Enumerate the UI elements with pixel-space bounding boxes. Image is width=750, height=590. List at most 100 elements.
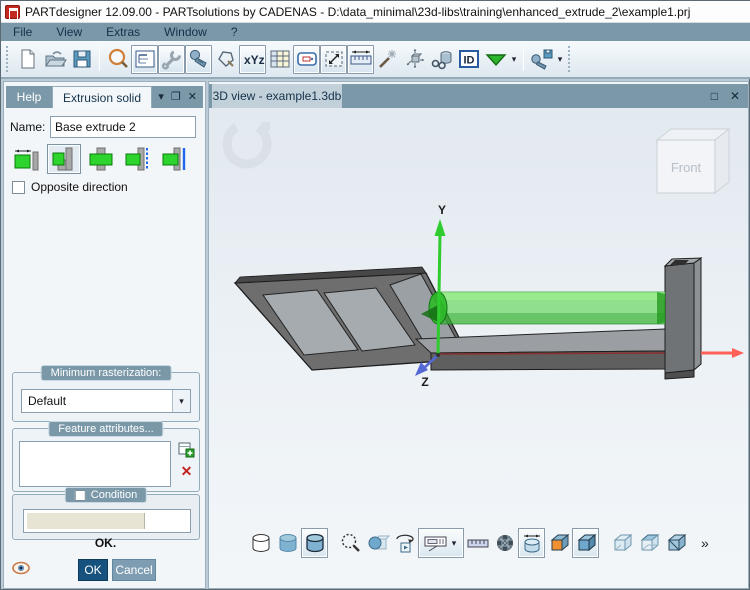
explode-view-button[interactable] bbox=[401, 45, 428, 74]
tab-3d-view[interactable]: 3D view - example1.3db bbox=[212, 84, 342, 108]
toolbar-grip bbox=[6, 46, 11, 72]
face-highlight-cube-button[interactable] bbox=[545, 528, 572, 558]
variables-button[interactable]: xYz bbox=[239, 45, 266, 74]
sketch-button[interactable] bbox=[212, 45, 239, 74]
menu-file[interactable]: File bbox=[1, 23, 44, 41]
screw-button[interactable] bbox=[185, 45, 212, 74]
rotate-widget-icon[interactable] bbox=[219, 116, 275, 172]
tree-view-button[interactable] bbox=[131, 45, 158, 74]
cylinder-measure-button[interactable] bbox=[518, 528, 545, 558]
link-cylinder-icon bbox=[430, 47, 454, 71]
cylinder-shaded-edges-button[interactable] bbox=[301, 528, 328, 558]
magic-wand-button[interactable] bbox=[374, 45, 401, 74]
rasterization-dropdown[interactable]: Default ▾ bbox=[21, 389, 191, 413]
ruler-icon bbox=[349, 47, 373, 71]
search-button[interactable] bbox=[104, 45, 131, 74]
mesh-sphere-button[interactable] bbox=[491, 528, 518, 558]
tab-help[interactable]: Help bbox=[6, 86, 52, 108]
view-cube-front-label[interactable]: Front bbox=[671, 160, 702, 175]
add-attribute-icon[interactable] bbox=[178, 441, 195, 458]
panel-tab-bar: Help Extrusion solid ▾ ❐ ✕ bbox=[6, 86, 203, 108]
direction-triangle-button[interactable] bbox=[482, 45, 509, 74]
viewport[interactable]: Front bbox=[209, 108, 748, 588]
area-scale-icon bbox=[322, 47, 346, 71]
opposite-direction-checkbox[interactable] bbox=[12, 181, 25, 194]
name-label: Name: bbox=[10, 120, 50, 134]
screw-save-button[interactable] bbox=[528, 45, 555, 74]
solid-cube-button[interactable] bbox=[572, 528, 599, 558]
view3d-close-icon[interactable]: ✕ bbox=[730, 89, 740, 103]
id-button[interactable]: ID bbox=[455, 45, 482, 74]
extrude-symmetric-button[interactable] bbox=[84, 144, 118, 174]
extrude-depth-button[interactable] bbox=[10, 144, 44, 174]
save-button[interactable] bbox=[68, 45, 95, 74]
half-transparent-cube-button[interactable] bbox=[635, 528, 662, 558]
condition-group: Condition bbox=[12, 494, 200, 540]
toolbar-grip bbox=[568, 46, 573, 72]
extrusion-type-row bbox=[10, 144, 192, 174]
animation-rotate-button[interactable] bbox=[391, 528, 418, 558]
panel-caret-down-icon[interactable]: ▾ bbox=[158, 92, 164, 103]
table-button[interactable] bbox=[266, 45, 293, 74]
area-scale-button[interactable] bbox=[320, 45, 347, 74]
dropdown-caret-icon[interactable]: ▾ bbox=[172, 390, 190, 412]
condition-checkbox[interactable] bbox=[75, 490, 86, 501]
dimension-mode-dropdown[interactable]: ▾ bbox=[418, 528, 464, 558]
axis-y-label: Y bbox=[438, 203, 446, 217]
measure-button[interactable] bbox=[347, 45, 374, 74]
feature-attributes-list[interactable] bbox=[19, 441, 171, 487]
extrude-through-all-icon bbox=[161, 146, 189, 172]
cancel-button[interactable]: Cancel bbox=[112, 559, 156, 581]
menu-window[interactable]: Window bbox=[152, 23, 219, 41]
link-cylinder-button[interactable] bbox=[428, 45, 455, 74]
extrude-through-all-button[interactable] bbox=[158, 144, 192, 174]
name-input[interactable] bbox=[50, 116, 196, 138]
extrude-to-surface-button[interactable] bbox=[121, 144, 155, 174]
main-toolbar: xYz bbox=[1, 41, 750, 79]
edge-cube-icon bbox=[664, 531, 688, 555]
render-sphere-button[interactable] bbox=[364, 528, 391, 558]
menu-help[interactable]: ? bbox=[219, 23, 250, 41]
menu-bar: File View Extras Window ? bbox=[1, 23, 750, 41]
view3d-toolbar: ▾ bbox=[247, 528, 709, 558]
dimension-button[interactable] bbox=[293, 45, 320, 74]
feature-attributes-header[interactable]: Feature attributes... bbox=[48, 421, 163, 437]
extrusion-preview[interactable] bbox=[421, 292, 665, 324]
panel-close-icon[interactable]: ✕ bbox=[188, 92, 197, 103]
wrench-button[interactable] bbox=[158, 45, 185, 74]
id-badge-icon: ID bbox=[457, 47, 481, 71]
new-file-button[interactable] bbox=[14, 45, 41, 74]
ruler-button[interactable] bbox=[464, 528, 491, 558]
view-cube[interactable]: Front bbox=[657, 129, 729, 193]
direction-triangle-icon bbox=[483, 47, 508, 71]
toolbar-separator bbox=[523, 47, 524, 71]
dimension-mode-caret[interactable]: ▾ bbox=[449, 538, 459, 549]
search-icon bbox=[105, 46, 130, 72]
variables-xyz-icon: xYz bbox=[241, 47, 265, 71]
zoom-select-button[interactable] bbox=[337, 528, 364, 558]
tab-extrusion-solid[interactable]: Extrusion solid bbox=[52, 86, 152, 108]
cylinder-wireframe-button[interactable] bbox=[247, 528, 274, 558]
3d-scene[interactable]: Front bbox=[209, 108, 748, 588]
transparent-cube-button[interactable] bbox=[608, 528, 635, 558]
ok-button[interactable]: OK bbox=[78, 559, 108, 581]
half-transparent-cube-icon bbox=[637, 531, 661, 555]
toolbar-overflow[interactable]: » bbox=[701, 535, 709, 551]
rasterization-value: Default bbox=[22, 394, 172, 408]
direction-caret[interactable]: ▾ bbox=[509, 54, 519, 65]
preview-eye-icon[interactable] bbox=[12, 561, 30, 575]
view3d-maximize-icon[interactable]: □ bbox=[711, 89, 718, 103]
cylinder-wireframe-icon bbox=[249, 531, 273, 555]
zoom-select-icon bbox=[339, 531, 363, 555]
cylinder-shaded-button[interactable] bbox=[274, 528, 301, 558]
open-file-button[interactable] bbox=[41, 45, 68, 74]
screw-save-caret[interactable]: ▾ bbox=[555, 54, 565, 65]
x-axis bbox=[701, 348, 744, 358]
delete-attribute-icon[interactable]: ✕ bbox=[178, 464, 195, 478]
menu-view[interactable]: View bbox=[44, 23, 94, 41]
panel-float-icon[interactable]: ❐ bbox=[171, 92, 181, 103]
edge-cube-button[interactable] bbox=[662, 528, 689, 558]
extrude-to-next-button[interactable] bbox=[47, 144, 81, 174]
menu-extras[interactable]: Extras bbox=[94, 23, 152, 41]
x-axis-dark bbox=[439, 353, 665, 354]
